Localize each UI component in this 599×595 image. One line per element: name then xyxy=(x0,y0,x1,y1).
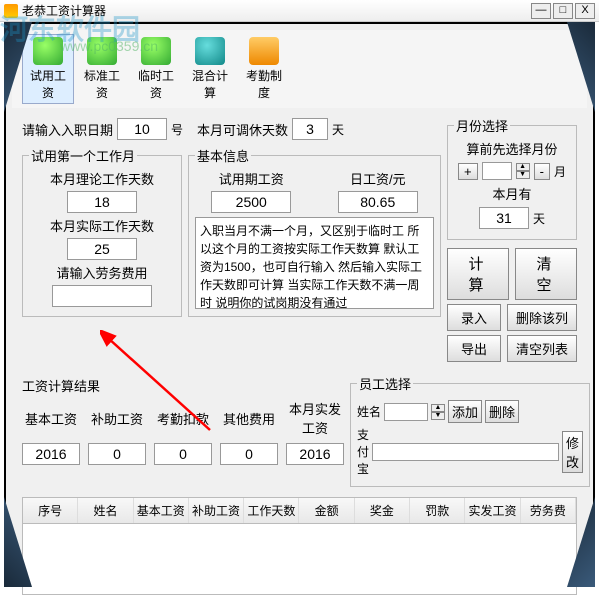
modify-button[interactable]: 修改 xyxy=(562,431,583,473)
rest-days-input[interactable] xyxy=(292,118,328,140)
maximize-button[interactable]: □ xyxy=(553,3,573,19)
month-unit: 月 xyxy=(554,163,566,180)
labor-fee-label: 请输入劳务费用 xyxy=(29,263,175,282)
toolbar-label: 试用工资 xyxy=(25,67,71,101)
trial-salary-label: 试用期工资 xyxy=(195,169,308,188)
month-select-group: 月份选择 算前先选择月份 + ▲▼ - 月 本月有 天 xyxy=(447,116,577,240)
toolbar-icon xyxy=(195,37,225,65)
window-title: 老恭工资计算器 xyxy=(22,2,529,19)
result-col-2: 考勤扣款 xyxy=(154,409,212,428)
calculate-button[interactable]: 计 算 xyxy=(447,248,509,300)
th-2[interactable]: 基本工资 xyxy=(134,498,189,523)
basic-info-group: 基本信息 试用期工资 日工资/元 入职当月不满一个月，又区别于临时工 所以这个月… xyxy=(188,146,441,317)
employee-group: 员工选择 姓名 ▲▼ 添加 删除 支付宝 修改 xyxy=(350,374,590,487)
month-minus-button[interactable]: - xyxy=(534,163,550,180)
alipay-input[interactable] xyxy=(372,443,559,461)
theory-days-input[interactable] xyxy=(67,191,137,213)
days-unit: 天 xyxy=(332,121,344,138)
basic-legend: 基本信息 xyxy=(195,146,251,165)
toolbar-2[interactable]: 临时工资 xyxy=(130,34,182,104)
name-stepper[interactable]: ▲▼ xyxy=(431,404,445,420)
toolbar: 试用工资标准工资临时工资混合计算考勤制度 xyxy=(12,30,587,108)
th-3[interactable]: 补助工资 xyxy=(189,498,244,523)
close-button[interactable]: X xyxy=(575,3,595,19)
input-button[interactable]: 录入 xyxy=(447,304,501,331)
theory-days-label: 本月理论工作天数 xyxy=(29,169,175,188)
clear-list-button[interactable]: 清空列表 xyxy=(507,335,577,362)
th-0[interactable]: 序号 xyxy=(23,498,78,523)
result-val-4[interactable] xyxy=(286,443,344,465)
month-stepper[interactable]: ▲▼ xyxy=(516,163,530,179)
th-5[interactable]: 金额 xyxy=(299,498,354,523)
actual-days-input[interactable] xyxy=(67,238,137,260)
first-month-group: 试用第一个工作月 本月理论工作天数 本月实际工作天数 请输入劳务费用 xyxy=(22,146,182,317)
delete-button[interactable]: 删除 xyxy=(485,400,519,423)
day-unit: 号 xyxy=(171,121,183,138)
labor-fee-input[interactable] xyxy=(52,285,152,307)
th-9[interactable]: 劳务费 xyxy=(521,498,576,523)
th-4[interactable]: 工作天数 xyxy=(244,498,299,523)
toolbar-0[interactable]: 试用工资 xyxy=(22,34,74,104)
result-table: 序号姓名基本工资补助工资工作天数金额奖金罚款实发工资劳务费 xyxy=(22,497,577,595)
result-val-0[interactable] xyxy=(22,443,80,465)
result-val-1[interactable] xyxy=(88,443,146,465)
toolbar-label: 标准工资 xyxy=(79,67,125,101)
result-col-1: 补助工资 xyxy=(88,409,146,428)
month-input[interactable] xyxy=(482,162,512,180)
th-8[interactable]: 实发工资 xyxy=(465,498,520,523)
toolbar-icon xyxy=(87,37,117,65)
add-button[interactable]: 添加 xyxy=(448,400,482,423)
month-days-label: 本月有 xyxy=(492,184,531,203)
toolbar-icon xyxy=(33,37,63,65)
th-7[interactable]: 罚款 xyxy=(410,498,465,523)
result-title: 工资计算结果 xyxy=(22,376,344,395)
daily-salary-label: 日工资/元 xyxy=(322,169,435,188)
hire-date-input[interactable] xyxy=(117,118,167,140)
result-val-2[interactable] xyxy=(154,443,212,465)
export-button[interactable]: 导出 xyxy=(447,335,501,362)
month-plus-button[interactable]: + xyxy=(458,163,478,180)
name-label: 姓名 xyxy=(357,403,381,420)
toolbar-1[interactable]: 标准工资 xyxy=(76,34,128,104)
th-1[interactable]: 姓名 xyxy=(78,498,133,523)
actual-days-label: 本月实际工作天数 xyxy=(29,216,175,235)
employee-legend: 员工选择 xyxy=(357,374,413,393)
result-col-3: 其他费用 xyxy=(220,409,278,428)
toolbar-label: 考勤制度 xyxy=(241,67,287,101)
delete-col-button[interactable]: 删除该列 xyxy=(507,304,577,331)
result-val-3[interactable] xyxy=(220,443,278,465)
th-6[interactable]: 奖金 xyxy=(355,498,410,523)
trial-salary-input[interactable] xyxy=(211,191,291,213)
daily-salary-input[interactable] xyxy=(338,191,418,213)
toolbar-label: 临时工资 xyxy=(133,67,179,101)
toolbar-4[interactable]: 考勤制度 xyxy=(238,34,290,104)
hire-date-label: 请输入入职日期 xyxy=(22,120,113,139)
minimize-button[interactable]: — xyxy=(531,3,551,19)
titlebar: 老恭工资计算器 — □ X xyxy=(0,0,599,22)
month-days-input[interactable] xyxy=(479,207,529,229)
app-icon xyxy=(4,4,18,18)
alipay-label: 支付宝 xyxy=(357,426,369,477)
name-input[interactable] xyxy=(384,403,428,421)
first-month-legend: 试用第一个工作月 xyxy=(29,146,137,165)
month-days-unit: 天 xyxy=(533,210,545,227)
month-legend: 月份选择 xyxy=(454,116,510,135)
table-body[interactable] xyxy=(23,524,576,594)
rest-days-label: 本月可调休天数 xyxy=(197,120,288,139)
clear-button[interactable]: 清 空 xyxy=(515,248,577,300)
result-col-4: 本月实发工资 xyxy=(286,399,344,437)
month-tip: 算前先选择月份 xyxy=(454,139,570,158)
info-text[interactable]: 入职当月不满一个月，又区别于临时工 所以这个月的工资按实际工作天数算 默认工资为… xyxy=(195,217,434,309)
result-col-0: 基本工资 xyxy=(22,409,80,428)
toolbar-icon xyxy=(141,37,171,65)
toolbar-label: 混合计算 xyxy=(187,67,233,101)
toolbar-icon xyxy=(249,37,279,65)
main-frame: 试用工资标准工资临时工资混合计算考勤制度 请输入入职日期 号 本月可调休天数 天… xyxy=(4,22,595,587)
toolbar-3[interactable]: 混合计算 xyxy=(184,34,236,104)
